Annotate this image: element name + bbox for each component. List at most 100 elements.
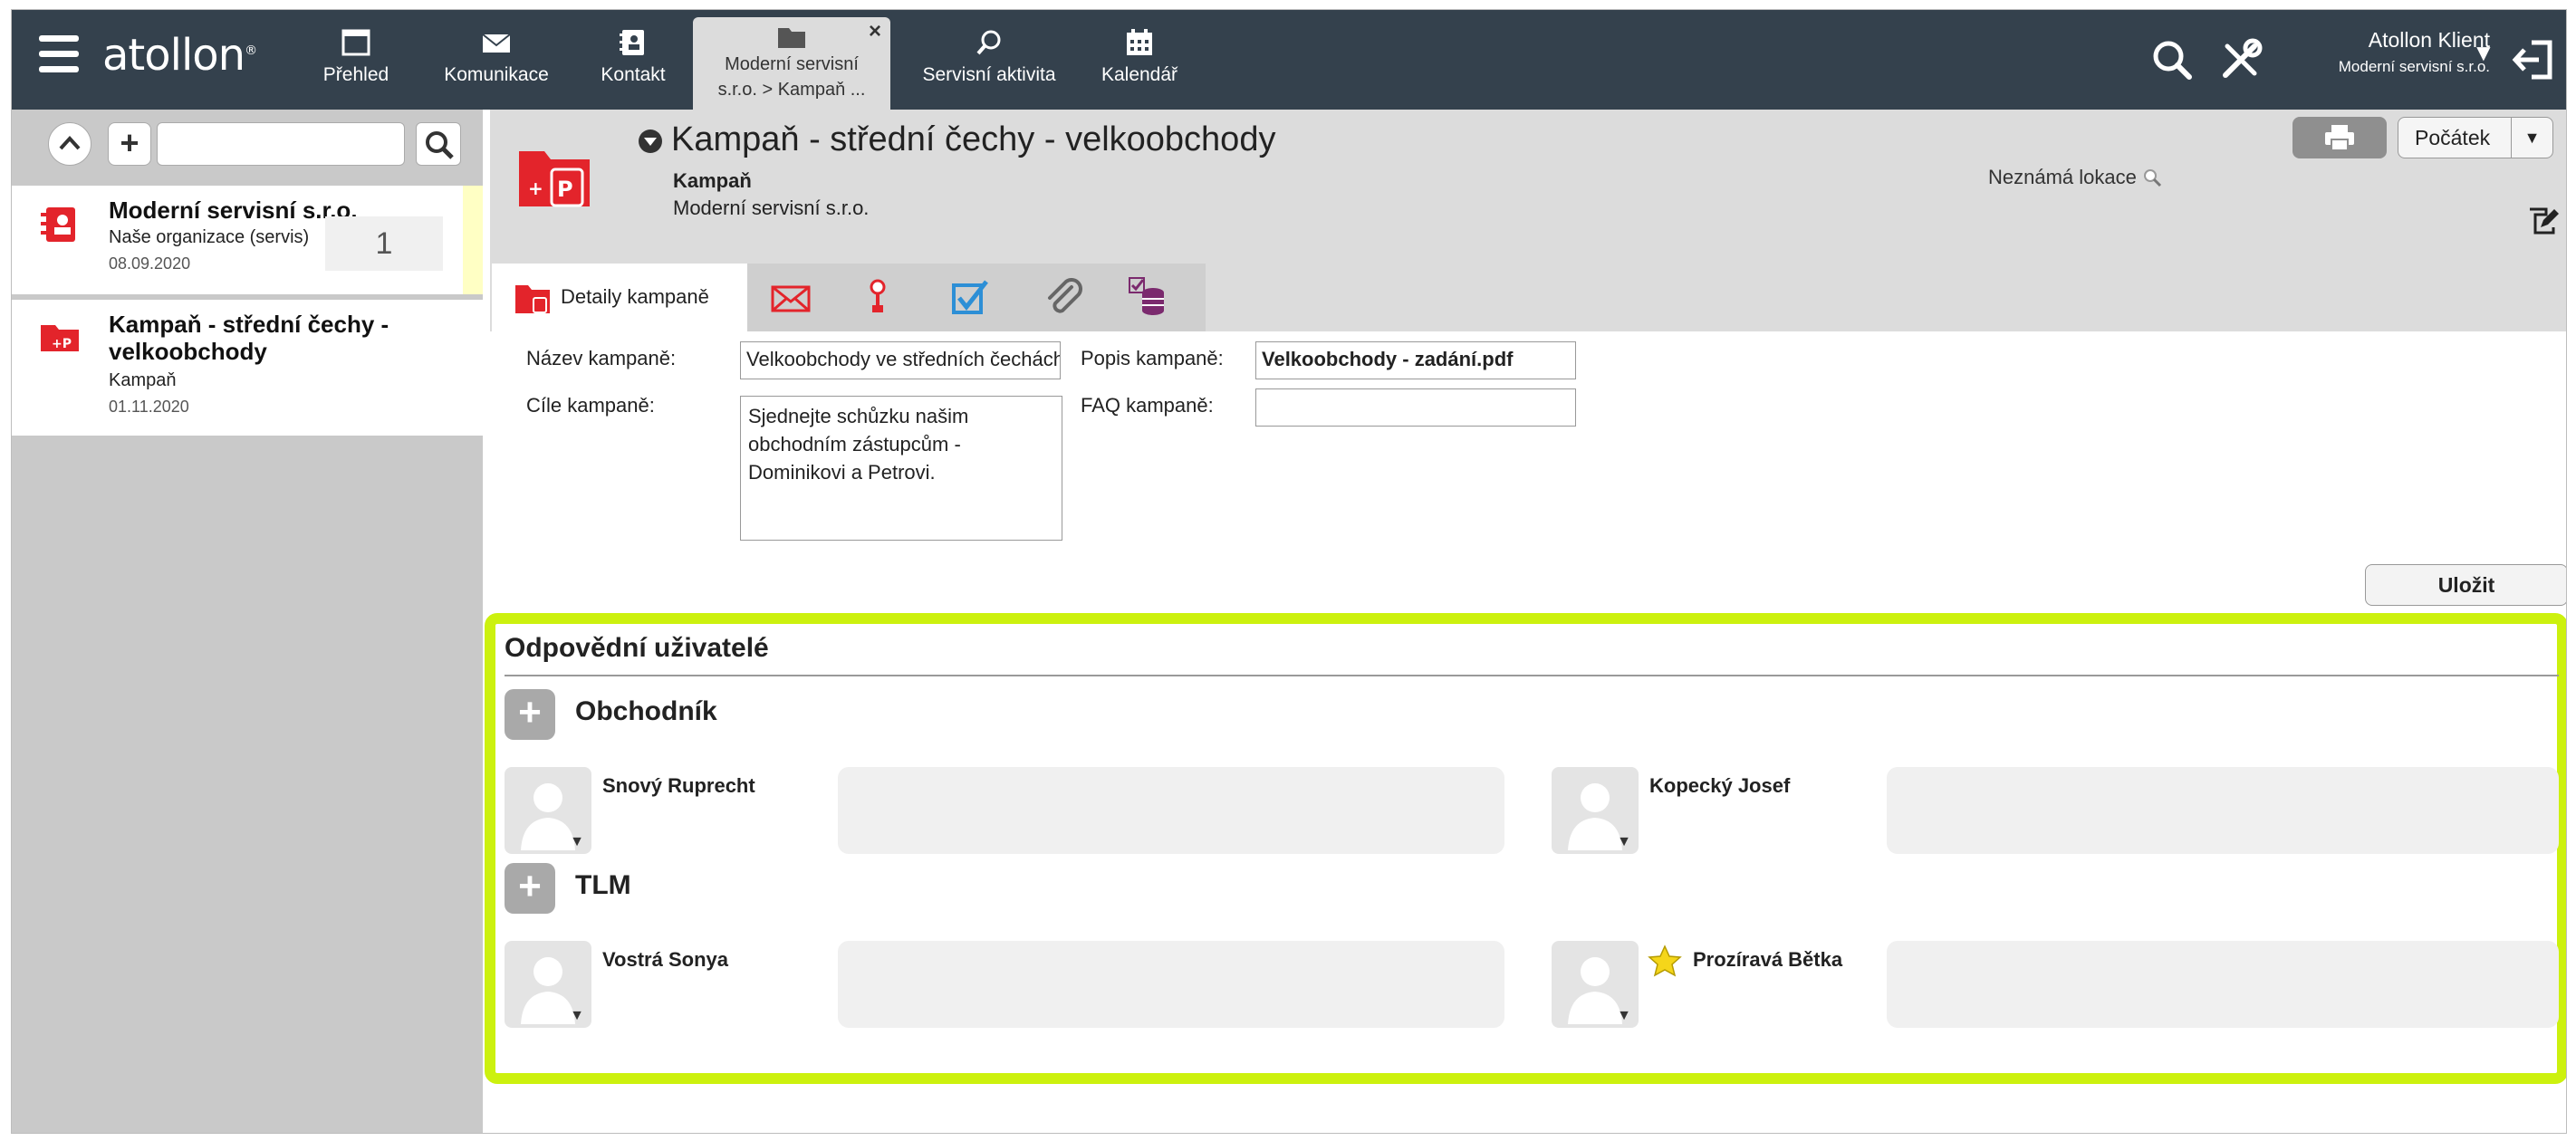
checkbox-icon	[952, 280, 988, 314]
list-item-campaign[interactable]: +P Kampaň - střední čechy - velkoobchody…	[12, 300, 483, 436]
user-info-box	[838, 767, 1504, 854]
add-user-button[interactable]: +	[505, 863, 555, 914]
list-item-date: 08.09.2020	[109, 254, 191, 273]
page-title: Kampaň - střední čechy - velkoobchody	[671, 120, 1276, 158]
chevron-down-icon[interactable]: ▼	[570, 834, 584, 850]
nav-label-line1: Moderní servisní	[725, 54, 859, 74]
search-icon[interactable]	[2149, 37, 2195, 82]
user-organization: Moderní servisní s.r.o.	[2338, 58, 2490, 75]
pin-icon	[870, 279, 886, 312]
nav-prehled[interactable]: Přehled	[302, 23, 410, 104]
campaign-description-file[interactable]: Velkoobchody - zadání.pdf	[1255, 341, 1576, 379]
left-panel-toolbar: +	[12, 110, 483, 182]
svg-text:+P: +P	[52, 337, 72, 351]
campaign-folder-icon	[778, 28, 805, 48]
user-info-box	[838, 941, 1504, 1028]
tab-tasks[interactable]	[834, 264, 925, 331]
edit-note-icon[interactable]	[2526, 206, 2559, 238]
nav-label: Kontakt	[601, 64, 666, 85]
add-user-button[interactable]: +	[505, 689, 555, 740]
left-panel-search-input[interactable]	[157, 122, 405, 166]
chevron-down-icon[interactable]: ▼	[1617, 834, 1631, 850]
campaign-name-input[interactable]: Velkoobchody ve středních čechách	[740, 341, 1061, 379]
nav-servisni-aktivita[interactable]: Servisní aktivita	[905, 23, 1073, 104]
nav-kontakt[interactable]: Kontakt	[581, 23, 686, 104]
record-tabs: Detaily kampaně	[492, 264, 1206, 331]
list-item-title: Kampaň - střední čechy - velkoobchody	[109, 311, 389, 365]
user-name: Atollon Klient	[2368, 28, 2490, 52]
user-menu[interactable]: Atollon Klient Moderní servisní s.r.o.	[2287, 28, 2490, 76]
group-name: Obchodník	[575, 696, 717, 726]
tab-attachments[interactable]	[1015, 264, 1106, 331]
list-item-date: 01.11.2020	[109, 398, 189, 416]
nav-komunikace[interactable]: Komunikace	[424, 23, 569, 104]
campaign-faq-label: FAQ kampaně:	[1081, 394, 1214, 417]
chevron-down-icon[interactable]: ▼	[2511, 118, 2552, 158]
user-name[interactable]: Kopecký Josef	[1649, 774, 1790, 798]
svg-text:P: P	[557, 177, 573, 202]
record-header: + P Kampaň - střední čechy - velkoobchody…	[490, 110, 2566, 331]
tab-label: Detaily kampaně	[561, 285, 709, 308]
plus-icon: +	[120, 124, 139, 161]
chevron-down-icon[interactable]: ▼	[570, 1008, 584, 1024]
tab-campaign-details[interactable]: Detaily kampaně	[492, 264, 747, 331]
nav-label: Servisní aktivita	[922, 64, 1056, 85]
avatar[interactable]: ▼	[505, 941, 591, 1028]
window-icon	[341, 29, 370, 56]
campaign-faq-input[interactable]	[1255, 388, 1576, 427]
atollon-logo[interactable]: atollon®	[102, 30, 257, 81]
user-info-box	[1887, 941, 2559, 1028]
collapse-up-button[interactable]	[48, 122, 91, 166]
section-divider	[505, 675, 2559, 676]
left-panel: + Moderní servisní s.r.o. Naše organizac…	[12, 110, 483, 1133]
group-name: TLM	[575, 870, 631, 900]
close-icon[interactable]: ×	[869, 19, 881, 44]
nav-label: Přehled	[322, 64, 389, 85]
user-name[interactable]: Vostrá Sonya	[602, 948, 728, 972]
printer-icon	[2325, 125, 2354, 151]
tools-icon[interactable]	[2218, 37, 2264, 82]
campaign-name-label: Název kampaně:	[526, 347, 677, 369]
calendar-icon	[1127, 29, 1152, 55]
add-button[interactable]: +	[108, 122, 151, 166]
tab-communication[interactable]	[747, 264, 834, 331]
tab-finance[interactable]	[1106, 264, 1197, 331]
left-panel-search-button[interactable]	[416, 122, 461, 166]
logout-icon[interactable]	[2512, 37, 2557, 82]
start-dropdown-button[interactable]: Počátek ▼	[2398, 117, 2553, 158]
tab-campaign-active[interactable]: Moderní servisní s.r.o. > Kampaň ... ×	[693, 17, 890, 110]
save-button[interactable]: Uložit	[2365, 564, 2566, 606]
nav-label: Komunikace	[444, 64, 549, 85]
list-item-subtitle: Naše organizace (servis)	[109, 227, 310, 247]
responsible-users-section: Odpovědní uživatelé + Obchodník ▼ Snový …	[485, 613, 2566, 1084]
envelope-icon	[482, 34, 511, 53]
campaign-folder-red-icon: +P	[41, 325, 79, 351]
top-navigation-bar: atollon® Přehled Komunikace Kontakt Mode…	[12, 10, 2566, 110]
avatar[interactable]: ▼	[1552, 767, 1639, 854]
svg-text:+: +	[528, 177, 543, 199]
campaign-description-label: Popis kampaně:	[1081, 347, 1224, 369]
tab-checklist[interactable]	[925, 264, 1015, 331]
menu-icon[interactable]	[39, 35, 79, 77]
location-link[interactable]: Neznámá lokace	[1988, 166, 2162, 189]
user-name[interactable]: Prozíravá Bětka	[1693, 948, 1842, 972]
record-type: Kampaň	[673, 169, 752, 192]
nav-kalendar[interactable]: Kalendář	[1086, 23, 1193, 104]
contact-book-icon	[620, 30, 644, 55]
chevron-down-icon[interactable]: ▼	[2472, 39, 2495, 67]
search-icon	[426, 131, 454, 159]
list-item-count: 1	[325, 216, 443, 271]
collapse-toggle-icon[interactable]	[639, 129, 662, 153]
chevron-down-icon[interactable]: ▼	[1617, 1008, 1631, 1024]
avatar[interactable]: ▼	[505, 767, 591, 854]
chevron-up-icon	[59, 136, 81, 150]
avatar[interactable]: ▼	[1552, 941, 1639, 1028]
section-title: Odpovědní uživatelé	[505, 633, 769, 663]
user-name[interactable]: Snový Ruprecht	[602, 774, 755, 798]
campaign-folder-red-icon	[515, 285, 550, 313]
print-button[interactable]	[2292, 117, 2387, 158]
list-item-organization[interactable]: Moderní servisní s.r.o. Naše organizace …	[12, 186, 483, 294]
campaign-goals-textarea[interactable]: Sjednejte schůzku našim obchodním zástup…	[740, 396, 1062, 541]
list-item-marker	[463, 186, 483, 294]
campaign-goals-label: Cíle kampaně:	[526, 394, 655, 417]
